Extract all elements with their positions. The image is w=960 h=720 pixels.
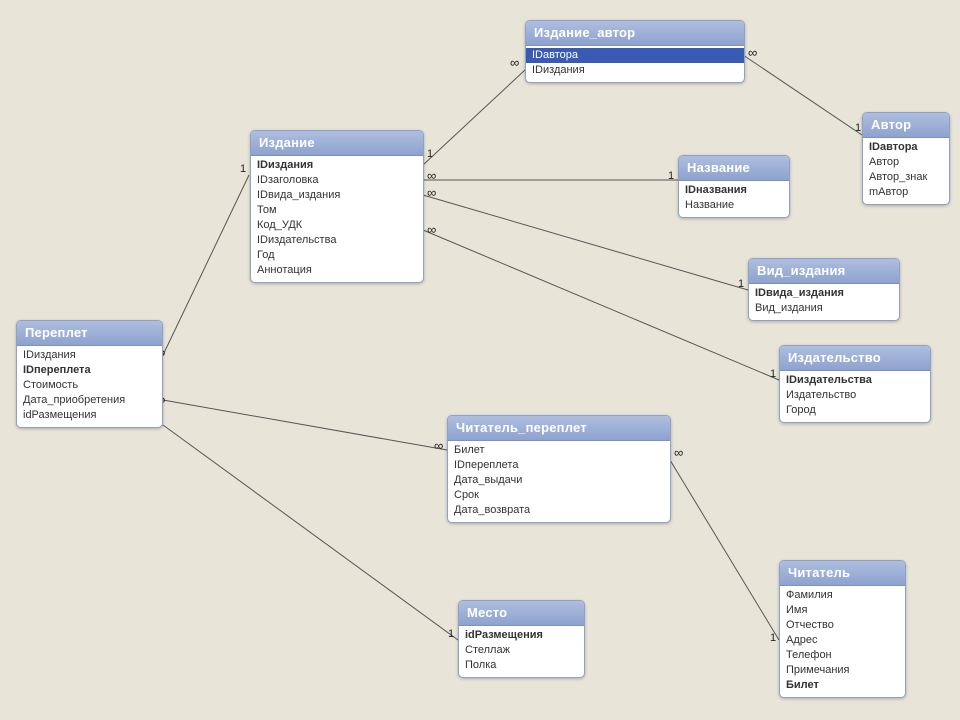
entity-table-izd_avtor[interactable]: Издание_авторIDавтораIDиздания bbox=[525, 20, 745, 83]
field-izdanie-6[interactable]: Год bbox=[257, 248, 417, 263]
field-chitatel-5[interactable]: Примечания bbox=[786, 663, 899, 678]
field-list: ФамилияИмяОтчествоАдресТелефонПримечания… bbox=[780, 586, 905, 697]
entity-title[interactable]: Читатель_переплет bbox=[448, 416, 670, 441]
entity-title[interactable]: Издание bbox=[251, 131, 423, 156]
field-nazvanie-1[interactable]: Название bbox=[685, 198, 783, 213]
er-diagram-canvas: 1 ∞ 1 ∞ ∞ 1 ∞ 1 ∞ 1 ∞ 1 1 ∞ ∞ 1 ∞ 1 Пере… bbox=[0, 0, 960, 720]
field-izdanie-0[interactable]: IDиздания bbox=[257, 158, 417, 173]
field-nazvanie-0[interactable]: IDназвания bbox=[685, 183, 783, 198]
field-avtor-0[interactable]: IDавтора bbox=[869, 140, 943, 155]
field-chitatel-0[interactable]: Фамилия bbox=[786, 588, 899, 603]
field-izdanie-7[interactable]: Аннотация bbox=[257, 263, 417, 278]
field-list: idРазмещенияСтеллажПолка bbox=[459, 626, 584, 677]
field-list: БилетIDпереплетаДата_выдачиСрокДата_возв… bbox=[448, 441, 670, 522]
field-chit_per-4[interactable]: Дата_возврата bbox=[454, 503, 664, 518]
entity-title[interactable]: Автор bbox=[863, 113, 949, 138]
field-pereplet-2[interactable]: Стоимость bbox=[23, 378, 156, 393]
entity-table-chit_per[interactable]: Читатель_переплетБилетIDпереплетаДата_вы… bbox=[447, 415, 671, 523]
entity-table-izdanie[interactable]: ИзданиеIDизданияIDзаголовкаIDвида_издани… bbox=[250, 130, 424, 283]
field-list: IDиздательстваИздательствоГород bbox=[780, 371, 930, 422]
field-chitatel-3[interactable]: Адрес bbox=[786, 633, 899, 648]
field-pereplet-3[interactable]: Дата_приобретения bbox=[23, 393, 156, 408]
entity-table-nazvanie[interactable]: НазваниеIDназванияНазвание bbox=[678, 155, 790, 218]
field-list: IDвида_изданияВид_издания bbox=[749, 284, 899, 320]
field-chitatel-4[interactable]: Телефон bbox=[786, 648, 899, 663]
entity-table-mesto[interactable]: МестоidРазмещенияСтеллажПолка bbox=[458, 600, 585, 678]
field-chitatel-2[interactable]: Отчество bbox=[786, 618, 899, 633]
field-avtor-2[interactable]: Автор_знак bbox=[869, 170, 943, 185]
field-list: IDавтораIDиздания bbox=[526, 46, 744, 82]
field-izd_avtor-0[interactable]: IDавтора bbox=[526, 48, 744, 63]
field-mesto-0[interactable]: idРазмещения bbox=[465, 628, 578, 643]
field-avtor-1[interactable]: Автор bbox=[869, 155, 943, 170]
entity-title[interactable]: Переплет bbox=[17, 321, 162, 346]
field-izdanie-4[interactable]: Код_УДК bbox=[257, 218, 417, 233]
entity-title[interactable]: Место bbox=[459, 601, 584, 626]
field-izdatel-2[interactable]: Город bbox=[786, 403, 924, 418]
field-mesto-1[interactable]: Стеллаж bbox=[465, 643, 578, 658]
field-pereplet-4[interactable]: idРазмещения bbox=[23, 408, 156, 423]
field-izdanie-1[interactable]: IDзаголовка bbox=[257, 173, 417, 188]
field-vid-1[interactable]: Вид_издания bbox=[755, 301, 893, 316]
field-chit_per-2[interactable]: Дата_выдачи bbox=[454, 473, 664, 488]
entity-table-izdatel[interactable]: ИздательствоIDиздательстваИздательствоГо… bbox=[779, 345, 931, 423]
entity-table-avtor[interactable]: АвторIDавтораАвторАвтор_знакmАвтор bbox=[862, 112, 950, 205]
entity-table-vid[interactable]: Вид_изданияIDвида_изданияВид_издания bbox=[748, 258, 900, 321]
field-izdanie-5[interactable]: IDиздательства bbox=[257, 233, 417, 248]
field-izdatel-1[interactable]: Издательство bbox=[786, 388, 924, 403]
entity-title[interactable]: Название bbox=[679, 156, 789, 181]
field-pereplet-0[interactable]: IDиздания bbox=[23, 348, 156, 363]
field-vid-0[interactable]: IDвида_издания bbox=[755, 286, 893, 301]
field-izdatel-0[interactable]: IDиздательства bbox=[786, 373, 924, 388]
entity-title[interactable]: Читатель bbox=[780, 561, 905, 586]
field-chit_per-1[interactable]: IDпереплета bbox=[454, 458, 664, 473]
field-mesto-2[interactable]: Полка bbox=[465, 658, 578, 673]
field-izdanie-2[interactable]: IDвида_издания bbox=[257, 188, 417, 203]
field-izdanie-3[interactable]: Том bbox=[257, 203, 417, 218]
entity-table-pereplet[interactable]: ПереплетIDизданияIDпереплетаСтоимостьДат… bbox=[16, 320, 163, 428]
field-chit_per-3[interactable]: Срок bbox=[454, 488, 664, 503]
field-pereplet-1[interactable]: IDпереплета bbox=[23, 363, 156, 378]
entity-title[interactable]: Вид_издания bbox=[749, 259, 899, 284]
field-list: IDизданияIDпереплетаСтоимостьДата_приобр… bbox=[17, 346, 162, 427]
field-izd_avtor-1[interactable]: IDиздания bbox=[532, 63, 738, 78]
entity-title[interactable]: Издательство bbox=[780, 346, 930, 371]
entity-title[interactable]: Издание_автор bbox=[526, 21, 744, 46]
field-list: IDавтораАвторАвтор_знакmАвтор bbox=[863, 138, 949, 204]
field-chitatel-1[interactable]: Имя bbox=[786, 603, 899, 618]
entity-table-chitatel[interactable]: ЧитательФамилияИмяОтчествоАдресТелефонПр… bbox=[779, 560, 906, 698]
field-avtor-3[interactable]: mАвтор bbox=[869, 185, 943, 200]
field-chit_per-0[interactable]: Билет bbox=[454, 443, 664, 458]
field-chitatel-6[interactable]: Билет bbox=[786, 678, 899, 693]
field-list: IDназванияНазвание bbox=[679, 181, 789, 217]
field-list: IDизданияIDзаголовкаIDвида_изданияТомКод… bbox=[251, 156, 423, 282]
